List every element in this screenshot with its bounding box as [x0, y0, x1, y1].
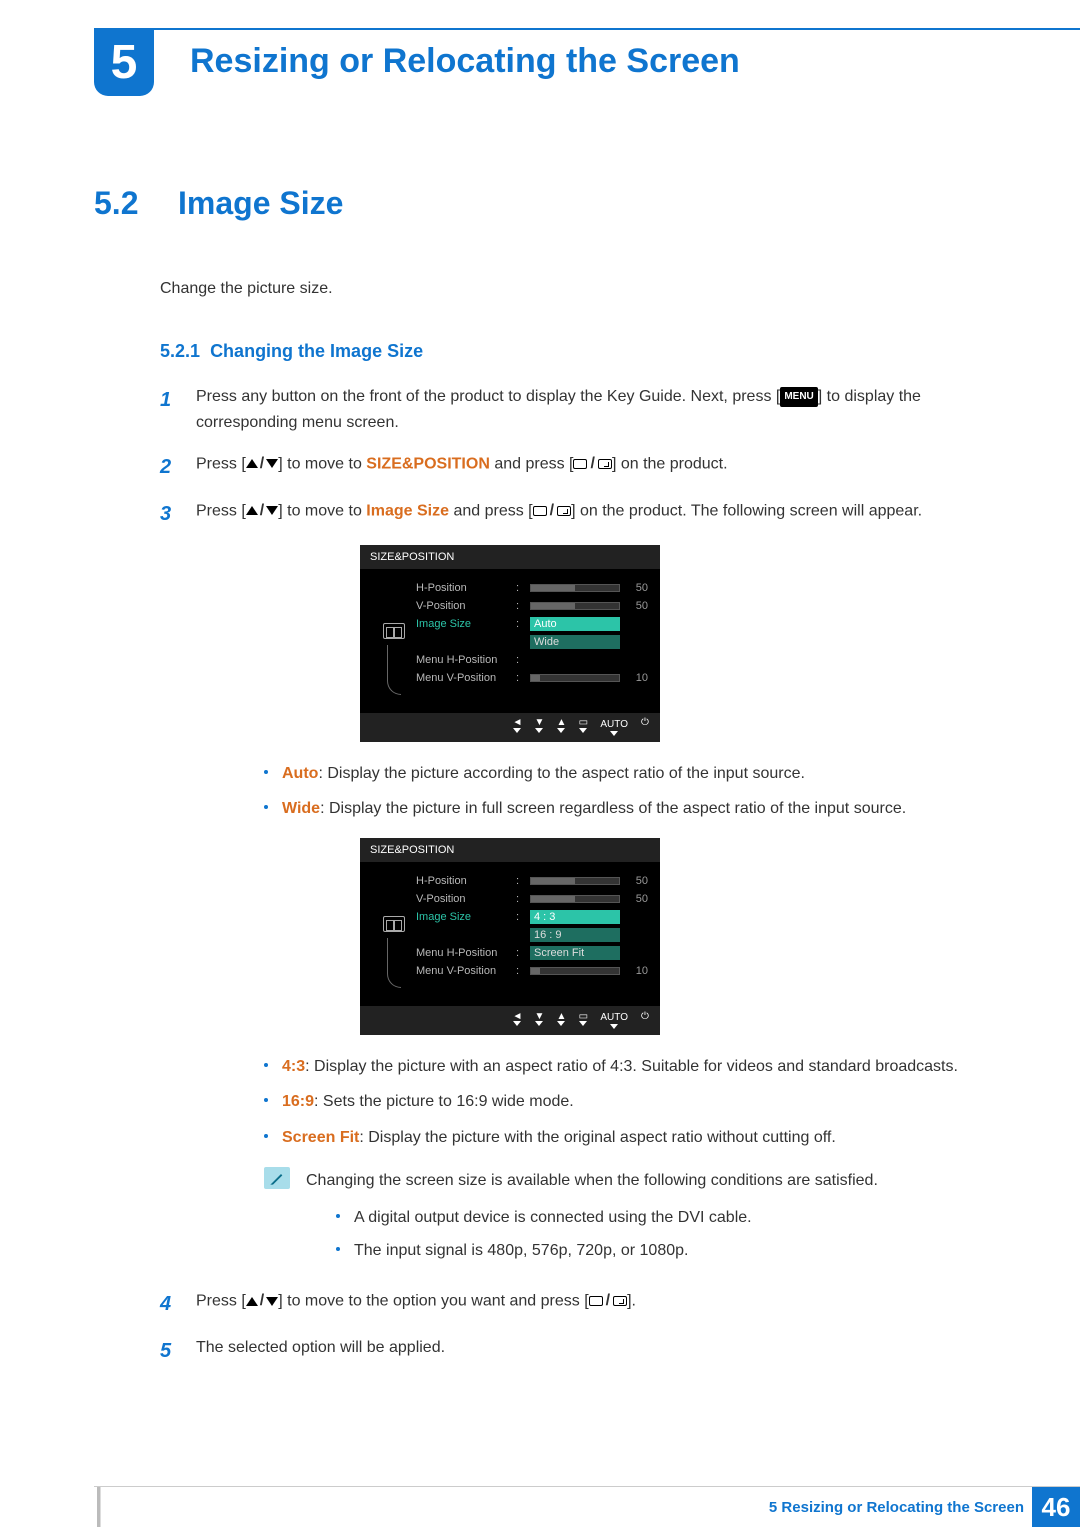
footer-chapter-title: 5 Resizing or Relocating the Screen	[769, 1487, 1024, 1527]
osd-title: SIZE&POSITION	[360, 838, 660, 862]
up-down-arrows-icon: /	[246, 1288, 278, 1314]
section-number: 5.2	[94, 185, 154, 222]
step-1: 1 Press any button on the front of the p…	[160, 384, 986, 437]
page-number: 46	[1032, 1487, 1080, 1527]
note-block: Changing the screen size is available wh…	[264, 1167, 986, 1271]
step-3: 3 Press [/] to move to Image Size and pr…	[160, 498, 986, 531]
osd-screenshot-2: SIZE&POSITION H-Position:50 V-Position:5…	[360, 838, 660, 1035]
enter-icon: /	[573, 451, 611, 477]
definition-wide: Wide: Display the picture in full screen…	[264, 795, 986, 822]
step-number: 5	[160, 1335, 178, 1368]
chapter-title: Resizing or Relocating the Screen	[190, 42, 740, 81]
step-number: 1	[160, 384, 178, 437]
definition-screen-fit: Screen Fit: Display the picture with the…	[264, 1124, 986, 1151]
step-4: 4 Press [/] to move to the option you wa…	[160, 1288, 986, 1321]
step-2: 2 Press [/] to move to SIZE&POSITION and…	[160, 451, 986, 484]
osd-category-icon	[383, 916, 405, 932]
note-icon	[264, 1167, 290, 1189]
section-intro: Change the picture size.	[160, 277, 986, 301]
step-number: 2	[160, 451, 178, 484]
enter-icon: /	[533, 498, 571, 524]
step-5: 5 The selected option will be applied.	[160, 1335, 986, 1368]
definition-auto: Auto: Display the picture according to t…	[264, 760, 986, 787]
up-down-arrows-icon: /	[246, 451, 278, 477]
page-footer: 5 Resizing or Relocating the Screen 46	[0, 1487, 1080, 1527]
section-title: Image Size	[178, 185, 343, 222]
menu-button-icon: MENU	[780, 387, 817, 408]
definition-16-9: 16:9: Sets the picture to 16:9 wide mode…	[264, 1088, 986, 1115]
osd-category-icon	[383, 623, 405, 639]
step-number: 3	[160, 498, 178, 531]
subsection-heading: 5.2.1 Changing the Image Size	[160, 341, 986, 362]
up-down-arrows-icon: /	[246, 498, 278, 524]
osd-title: SIZE&POSITION	[360, 545, 660, 569]
chapter-number-tab: 5	[94, 28, 154, 96]
definition-4-3: 4:3: Display the picture with an aspect …	[264, 1053, 986, 1080]
step-number: 4	[160, 1288, 178, 1321]
enter-icon: /	[589, 1288, 627, 1314]
osd-screenshot-1: SIZE&POSITION H-Position:50 V-Position:5…	[360, 545, 660, 742]
